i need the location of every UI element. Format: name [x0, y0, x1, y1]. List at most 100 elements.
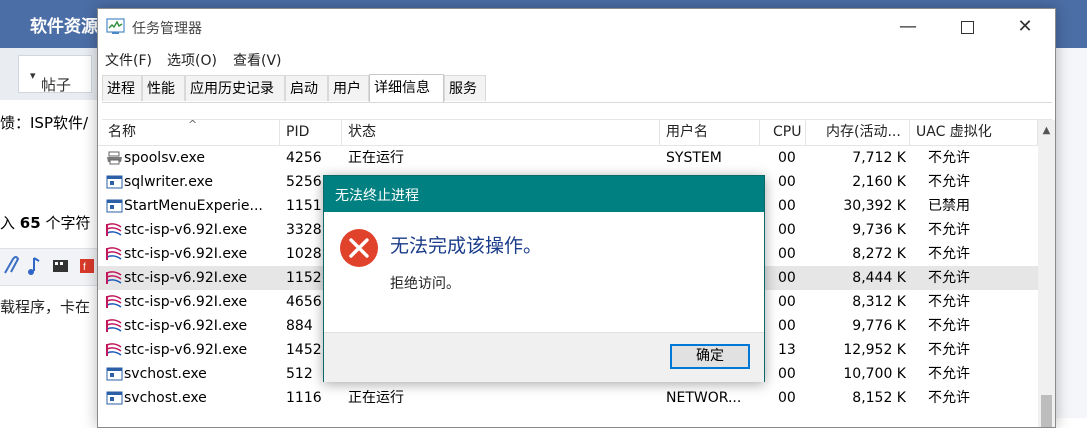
tab-performance[interactable]: 性能: [142, 75, 185, 101]
process-memory: 8,152 K: [852, 390, 906, 406]
process-memory: 8,272 K: [852, 246, 906, 262]
stc-isp-icon: [106, 223, 122, 236]
minimize-button[interactable]: —: [885, 9, 931, 45]
tab-details[interactable]: 详细信息: [369, 74, 444, 102]
process-cpu: 00: [778, 198, 796, 214]
process-name: stc-isp-v6.92I.exe: [102, 266, 278, 290]
vertical-scrollbar[interactable]: ▲: [1038, 120, 1055, 427]
close-icon: ✕: [1017, 16, 1033, 37]
process-name: spoolsv.exe: [102, 146, 278, 170]
process-uac: 不允许: [928, 390, 970, 406]
menu-options[interactable]: 选项(O): [167, 50, 217, 70]
process-memory: 9,736 K: [852, 222, 906, 238]
web-right-margin: [1056, 48, 1087, 418]
process-name: svchost.exe: [102, 362, 278, 386]
dialog-title: 无法终止进程: [335, 188, 419, 204]
process-cpu: 00: [778, 174, 796, 190]
error-icon: [340, 229, 378, 267]
web-char-count: 入 65 个字符: [0, 214, 91, 232]
close-button[interactable]: ✕: [1002, 9, 1048, 45]
column-header-memory[interactable]: 内存(活动...: [806, 120, 910, 145]
web-text-line: 载程序，卡在: [0, 298, 91, 316]
tab-services[interactable]: 服务: [444, 75, 486, 101]
menu-view[interactable]: 查看(V): [233, 50, 282, 70]
process-memory: 12,952 K: [843, 342, 906, 358]
video-icon[interactable]: [53, 260, 68, 272]
column-header-name[interactable]: 名称 ^: [102, 120, 280, 145]
process-cpu: 00: [778, 246, 796, 262]
process-status: 正在运行: [348, 150, 404, 166]
svg-text:f: f: [83, 262, 86, 273]
process-uac: 不允许: [928, 318, 970, 334]
process-uac: 已禁用: [928, 198, 970, 214]
sort-arrow-icon: ^: [188, 120, 198, 131]
window-title: 任务管理器: [132, 21, 202, 37]
process-memory: 2,160 K: [852, 174, 906, 190]
editor-toolbar-icons: f: [4, 256, 94, 275]
tab-strip: 进程 性能 应用历史记录 启动 用户 详细信息 服务: [102, 74, 1052, 103]
stc-isp-icon: [106, 319, 122, 332]
process-memory: 7,712 K: [852, 150, 906, 166]
process-uac: 不允许: [928, 246, 970, 262]
app-window-icon: [106, 391, 123, 405]
process-name: stc-isp-v6.92I.exe: [102, 218, 278, 242]
process-memory: 9,776 K: [852, 318, 906, 334]
minimize-icon: —: [899, 16, 917, 37]
web-site-title[interactable]: 软件资源: [30, 12, 98, 37]
music-icon[interactable]: [28, 257, 40, 275]
column-header-pid[interactable]: PID: [280, 120, 342, 145]
stc-isp-icon: [106, 295, 122, 308]
process-uac: 不允许: [928, 366, 970, 382]
ok-button[interactable]: 确定: [670, 344, 750, 369]
table-header: 名称 ^ PID 状态 用户名 CPU 内存(活动... UAC 虚拟化: [98, 120, 1038, 146]
table-row[interactable]: spoolsv.exe 4256 正在运行 SYSTEM 00 7,712 K 不允许: [98, 146, 1038, 170]
process-cpu: 00: [778, 390, 796, 406]
process-cpu: 00: [778, 318, 796, 334]
app-window-icon: [106, 199, 123, 213]
posts-dropdown[interactable]: 帖子 ▾: [18, 55, 92, 94]
menu-bar: 文件(F) 选项(O) 查看(V): [98, 47, 1055, 73]
scroll-up-arrow-icon[interactable]: ▲: [1038, 122, 1055, 140]
chevron-down-icon: ▾: [30, 69, 36, 82]
editor-toolbar: f: [0, 248, 100, 286]
process-cpu: 00: [778, 270, 796, 286]
posts-dropdown-label: 帖子 ▾: [30, 69, 72, 94]
dialog-detail: 拒绝访问。: [390, 276, 460, 292]
tab-app-history[interactable]: 应用历史记录: [185, 75, 285, 101]
process-uac: 不允许: [928, 294, 970, 310]
menu-file[interactable]: 文件(F): [105, 50, 152, 70]
app-window-icon: [106, 367, 123, 381]
web-text-line: 馈：ISP软件/: [0, 114, 89, 132]
process-memory: 10,700 K: [843, 366, 906, 382]
process-cpu: 00: [778, 294, 796, 310]
dialog-titlebar[interactable]: 无法终止进程: [324, 176, 764, 212]
process-pid: 1116: [286, 390, 322, 406]
process-status: 正在运行: [348, 390, 404, 406]
process-name: StartMenuExperie...: [102, 194, 278, 218]
process-cpu: 00: [778, 150, 796, 166]
stc-isp-icon: [106, 271, 122, 284]
column-header-user[interactable]: 用户名: [660, 120, 760, 145]
tab-processes[interactable]: 进程: [102, 75, 142, 101]
window-titlebar[interactable]: 任务管理器 — ✕: [98, 9, 1055, 45]
process-pid: 4256: [286, 150, 322, 166]
process-user: SYSTEM: [666, 150, 722, 166]
table-row[interactable]: svchost.exe 1116 正在运行 NETWOR... 00 8,152 K 不允许: [98, 386, 1038, 410]
maximize-button[interactable]: [944, 9, 990, 45]
tab-users[interactable]: 用户: [328, 75, 369, 101]
column-header-cpu[interactable]: CPU: [760, 120, 806, 145]
flash-icon[interactable]: f: [80, 259, 94, 273]
column-header-uac[interactable]: UAC 虚拟化: [910, 120, 1038, 145]
process-uac: 不允许: [928, 150, 970, 166]
stc-isp-icon: [106, 247, 122, 260]
stc-isp-icon: [106, 343, 122, 356]
process-name: stc-isp-v6.92I.exe: [102, 290, 278, 314]
attachment-icon[interactable]: [4, 256, 20, 274]
dialog-footer: 确定: [324, 332, 764, 382]
process-user: NETWOR...: [666, 390, 742, 406]
scrollbar-thumb[interactable]: [1041, 395, 1052, 427]
column-header-status[interactable]: 状态: [342, 120, 660, 145]
process-name: stc-isp-v6.92I.exe: [102, 314, 278, 338]
tab-startup[interactable]: 启动: [285, 75, 328, 101]
error-dialog: 无法终止进程 无法完成该操作。 拒绝访问。 确定: [323, 175, 765, 382]
